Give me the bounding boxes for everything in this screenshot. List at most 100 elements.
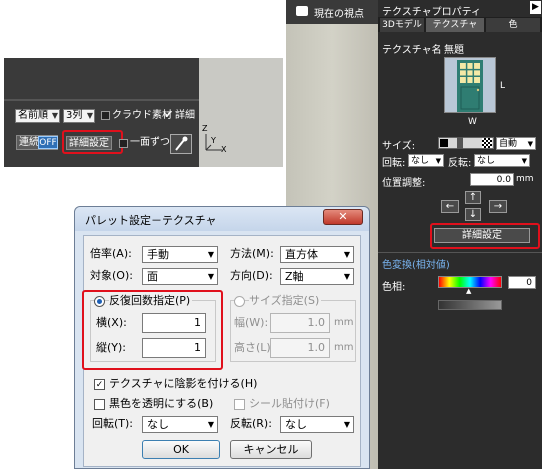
target-dropdown[interactable]: 面 ▼ <box>142 268 218 285</box>
chevron-down-icon: ▼ <box>207 272 214 281</box>
arrow-left-button[interactable]: ← <box>441 200 459 213</box>
highlight-box <box>430 223 540 249</box>
method-dropdown[interactable]: 直方体 ▼ <box>280 246 354 263</box>
check-icon[interactable]: ✔ <box>164 108 173 121</box>
height-label: 高さ(L): <box>234 341 275 354</box>
cloud-material-checkbox[interactable] <box>101 111 110 120</box>
ratio-label: 倍率(A): <box>90 247 132 260</box>
chevron-down-icon: ▼ <box>527 140 533 148</box>
tab-color[interactable]: 色 <box>486 18 540 32</box>
dialog-body: 倍率(A): 手動 ▼ 方法(M): 直方体 ▼ 対象(O): 面 ▼ 方向(D): … <box>82 235 361 467</box>
width-input[interactable]: 1.0 <box>270 313 330 333</box>
seal-checkbox[interactable] <box>234 399 245 410</box>
flip-value: なし <box>477 156 496 166</box>
arrow-right-icon: → <box>493 201 503 212</box>
arrow-down-button[interactable]: ↓ <box>465 208 481 221</box>
columns-dropdown[interactable]: 3列 ▼ <box>63 109 95 123</box>
rotate-dropdown[interactable]: なし ▼ <box>408 154 444 167</box>
size-dropdown[interactable]: 自動 ▼ <box>496 137 536 150</box>
size-slider[interactable] <box>438 137 494 149</box>
size-spec-label: サイズ指定(S) <box>249 293 322 309</box>
height-input[interactable]: 1.0 <box>270 338 330 358</box>
width-label: 幅(W): <box>234 316 269 329</box>
tab-texture[interactable]: テクスチャ <box>426 18 484 32</box>
target-value: 面 <box>147 270 158 283</box>
large-checker-icon <box>482 138 492 148</box>
hue-input[interactable]: 0 <box>508 276 536 289</box>
collapse-arrow-icon[interactable]: ▶ <box>530 1 541 14</box>
flip-label: 反転: <box>448 158 472 169</box>
rotate-label: 回転: <box>382 158 406 169</box>
close-icon: ✕ <box>338 210 348 223</box>
width-unit: mm <box>334 317 354 328</box>
rotate-dropdown[interactable]: なし ▼ <box>142 416 218 433</box>
position-unit: mm <box>516 174 534 184</box>
ratio-dropdown[interactable]: 手動 ▼ <box>142 246 218 263</box>
rotate-value: なし <box>411 156 430 166</box>
chevron-down-icon: ▼ <box>207 420 214 429</box>
height-unit: mm <box>334 342 354 353</box>
one-side-checkbox[interactable] <box>119 139 128 148</box>
arrow-up-button[interactable]: ↑ <box>465 191 481 204</box>
continuous-label: 連続 <box>19 137 39 148</box>
flip-dropdown[interactable]: なし ▼ <box>474 154 530 167</box>
door-icon <box>457 60 483 112</box>
flip-dropdown[interactable]: なし ▼ <box>280 416 354 433</box>
position-label: 位置調整: <box>382 178 426 189</box>
side-length-label: L <box>500 81 506 91</box>
continuous-state: OFF <box>38 136 58 149</box>
rotate-label: 回転(T): <box>92 417 134 430</box>
sort-value: 名前順 <box>18 110 48 121</box>
position-input[interactable]: 0.0 <box>470 173 514 186</box>
arrow-right-button[interactable]: → <box>489 200 507 213</box>
tab-3d-model[interactable]: 3Dモデル <box>380 18 424 32</box>
hue-label: 色相: <box>382 282 406 293</box>
direction-label: 方向(D): <box>230 269 273 282</box>
chevron-down-icon: ▼ <box>207 250 214 259</box>
sort-dropdown[interactable]: 名前順 ▼ <box>15 109 60 123</box>
chevron-down-icon: ▼ <box>343 250 350 259</box>
toolbar-divider <box>4 99 199 101</box>
slider-handle[interactable] <box>457 137 463 149</box>
size-value: 自動 <box>499 139 518 149</box>
chevron-down-icon: ▼ <box>86 111 93 120</box>
chevron-down-icon: ▼ <box>435 157 441 165</box>
ok-button[interactable]: OK <box>142 440 220 459</box>
shadow-checkbox[interactable]: ✓ <box>94 379 105 390</box>
camera-icon[interactable] <box>296 6 308 16</box>
eyedropper-button[interactable] <box>170 134 192 154</box>
flip-label: 反転(R): <box>230 417 272 430</box>
eyedropper-icon <box>175 136 188 151</box>
size-label: サイズ: <box>382 141 416 152</box>
rotate-value: なし <box>147 418 169 431</box>
section-divider <box>378 252 542 253</box>
cloud-material-label: クラウド素材 <box>112 110 172 121</box>
palette-settings-dialog: パレット設定－テクスチャ ✕ 倍率(A): 手動 ▼ 方法(M): 直方体 ▼ 対象… <box>74 206 370 469</box>
cancel-button[interactable]: キャンセル <box>230 440 312 459</box>
black-transparent-label: 黒色を透明にする(B) <box>109 397 214 410</box>
small-checker-icon <box>440 139 448 147</box>
axis-x-label: X <box>221 145 227 154</box>
current-view-label[interactable]: 現在の視点 <box>314 5 364 20</box>
close-button[interactable]: ✕ <box>323 209 363 225</box>
texture-name-label: テクスチャ名 <box>382 45 442 56</box>
chevron-down-icon: ▼ <box>521 157 527 165</box>
secondary-slider[interactable] <box>438 300 502 310</box>
one-side-label: 一面ずつ <box>130 137 170 148</box>
size-radio[interactable] <box>234 296 245 307</box>
axis-z-label: Z <box>202 124 208 133</box>
ratio-value: 手動 <box>147 248 169 261</box>
hue-handle-icon[interactable]: ▲ <box>466 287 471 295</box>
black-transparent-checkbox[interactable] <box>94 399 105 410</box>
arrow-up-icon: ↑ <box>468 192 478 203</box>
texture-preview[interactable] <box>444 57 496 113</box>
arrow-left-icon: ← <box>445 201 455 212</box>
direction-value: Z軸 <box>285 270 304 283</box>
chevron-down-icon: ▼ <box>343 272 350 281</box>
direction-dropdown[interactable]: Z軸 ▼ <box>280 268 354 285</box>
chevron-down-icon: ▼ <box>51 111 58 120</box>
color-section-heading: 色変換(相対値) <box>382 260 450 271</box>
highlight-box <box>82 290 223 370</box>
flip-value: なし <box>285 418 307 431</box>
method-label: 方法(M): <box>230 247 274 260</box>
